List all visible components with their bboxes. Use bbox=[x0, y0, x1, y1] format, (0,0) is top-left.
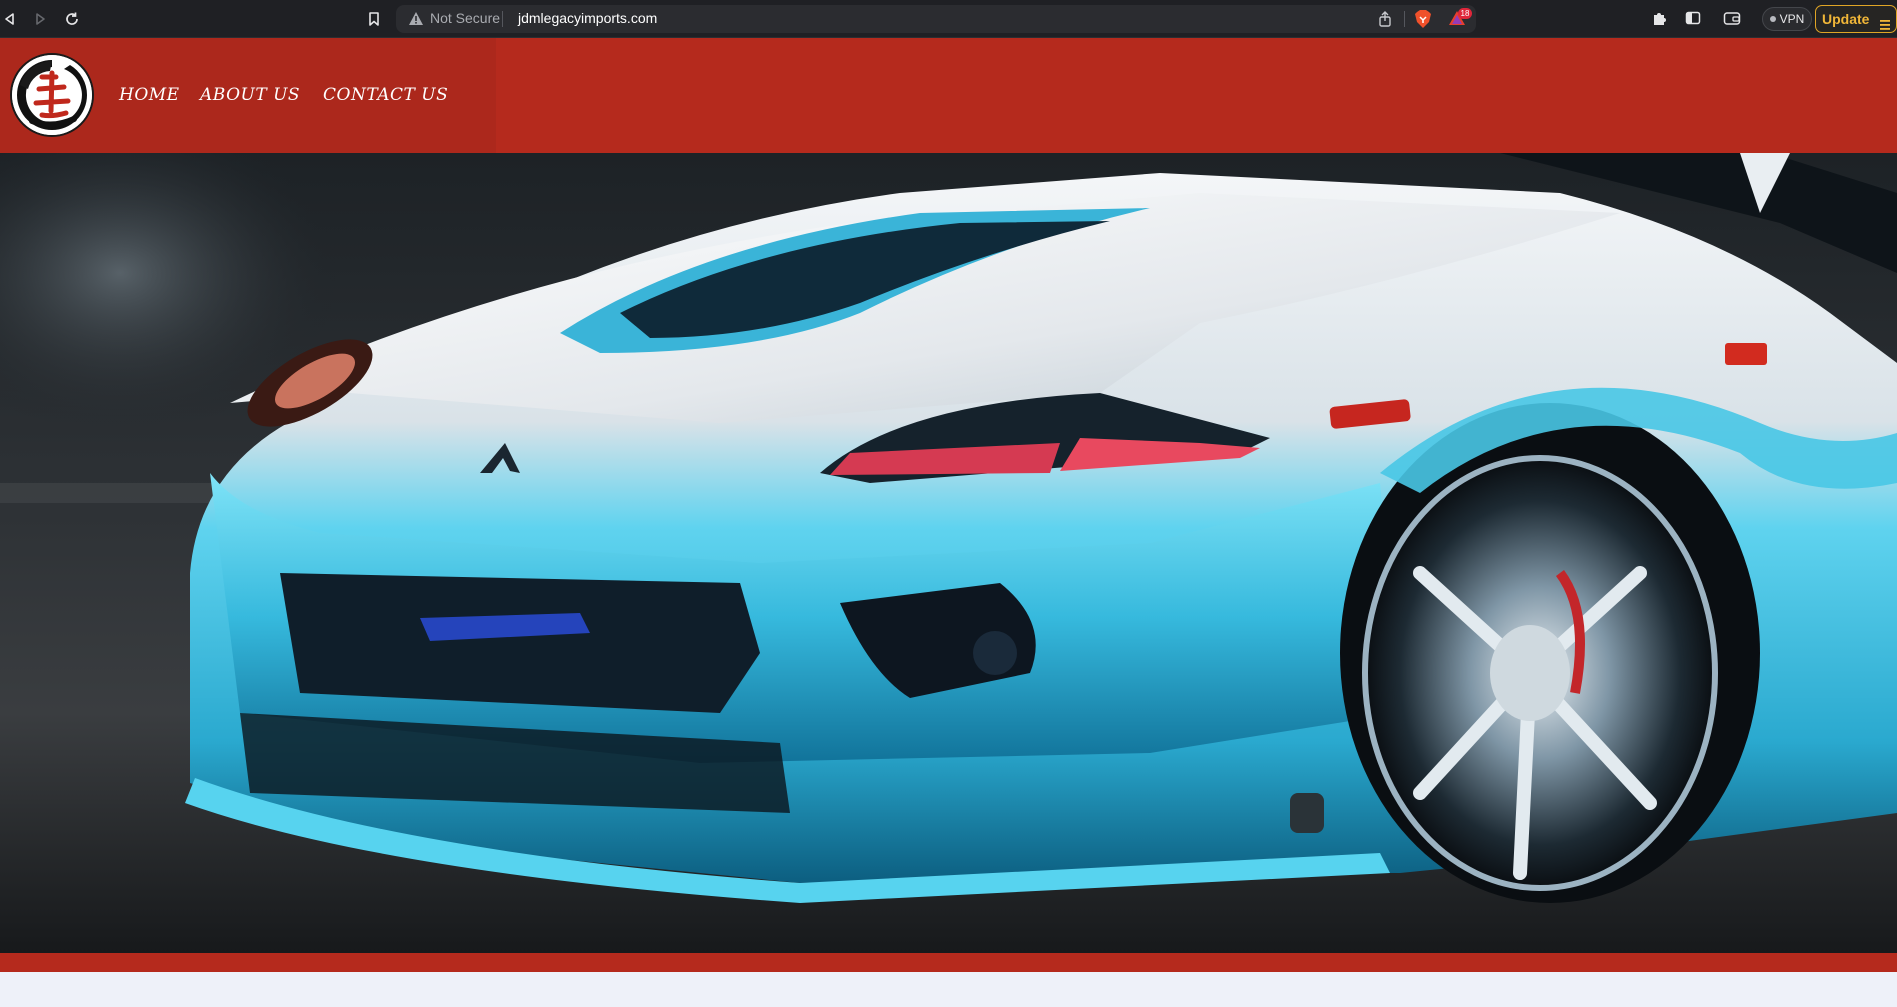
vpn-status-dot bbox=[1769, 16, 1776, 22]
vpn-label: VPN bbox=[1779, 12, 1805, 26]
hero-bottom-strip bbox=[0, 953, 1897, 972]
address-divider bbox=[502, 11, 503, 27]
sports-car-illustration bbox=[0, 153, 1897, 953]
hero-car-image bbox=[0, 153, 1897, 953]
logo-emblem-icon bbox=[12, 55, 92, 135]
security-status-label[interactable]: Not Secure bbox=[430, 10, 500, 26]
wallet-icon[interactable] bbox=[1723, 10, 1741, 30]
vpn-button[interactable]: VPN bbox=[1762, 7, 1812, 31]
bookmark-icon[interactable] bbox=[364, 9, 384, 29]
update-button[interactable]: Update bbox=[1815, 5, 1897, 33]
nav-home-link[interactable]: HOME bbox=[119, 85, 180, 105]
warning-icon bbox=[408, 11, 424, 30]
page-content-area bbox=[0, 972, 1897, 1007]
brave-lion-icon[interactable] bbox=[1414, 9, 1432, 33]
sidebar-icon[interactable] bbox=[1685, 10, 1701, 30]
forward-icon[interactable] bbox=[30, 9, 50, 29]
site-logo[interactable] bbox=[10, 53, 94, 137]
share-icon[interactable] bbox=[1378, 11, 1392, 31]
hamburger-icon bbox=[1880, 13, 1890, 39]
header-brand-box: HOME ABOUT US CONTACT US bbox=[0, 38, 496, 153]
site-header: HOME ABOUT US CONTACT US bbox=[0, 38, 1897, 153]
update-label: Update bbox=[1822, 11, 1870, 27]
rewards-badge: 18 bbox=[1458, 8, 1472, 19]
browser-toolbar: Not Secure jdmlegacyimports.com 18 VPN U… bbox=[0, 0, 1897, 38]
puzzle-icon[interactable] bbox=[1651, 10, 1667, 30]
back-icon[interactable] bbox=[0, 9, 20, 29]
url-text[interactable]: jdmlegacyimports.com bbox=[518, 10, 657, 26]
nav-about-us-link[interactable]: ABOUT US bbox=[200, 85, 300, 105]
address-bar[interactable]: Not Secure jdmlegacyimports.com 18 bbox=[396, 5, 1476, 33]
nav-contact-us-link[interactable]: CONTACT US bbox=[323, 85, 448, 105]
address-divider-2 bbox=[1404, 11, 1405, 27]
reload-icon[interactable] bbox=[62, 9, 82, 29]
